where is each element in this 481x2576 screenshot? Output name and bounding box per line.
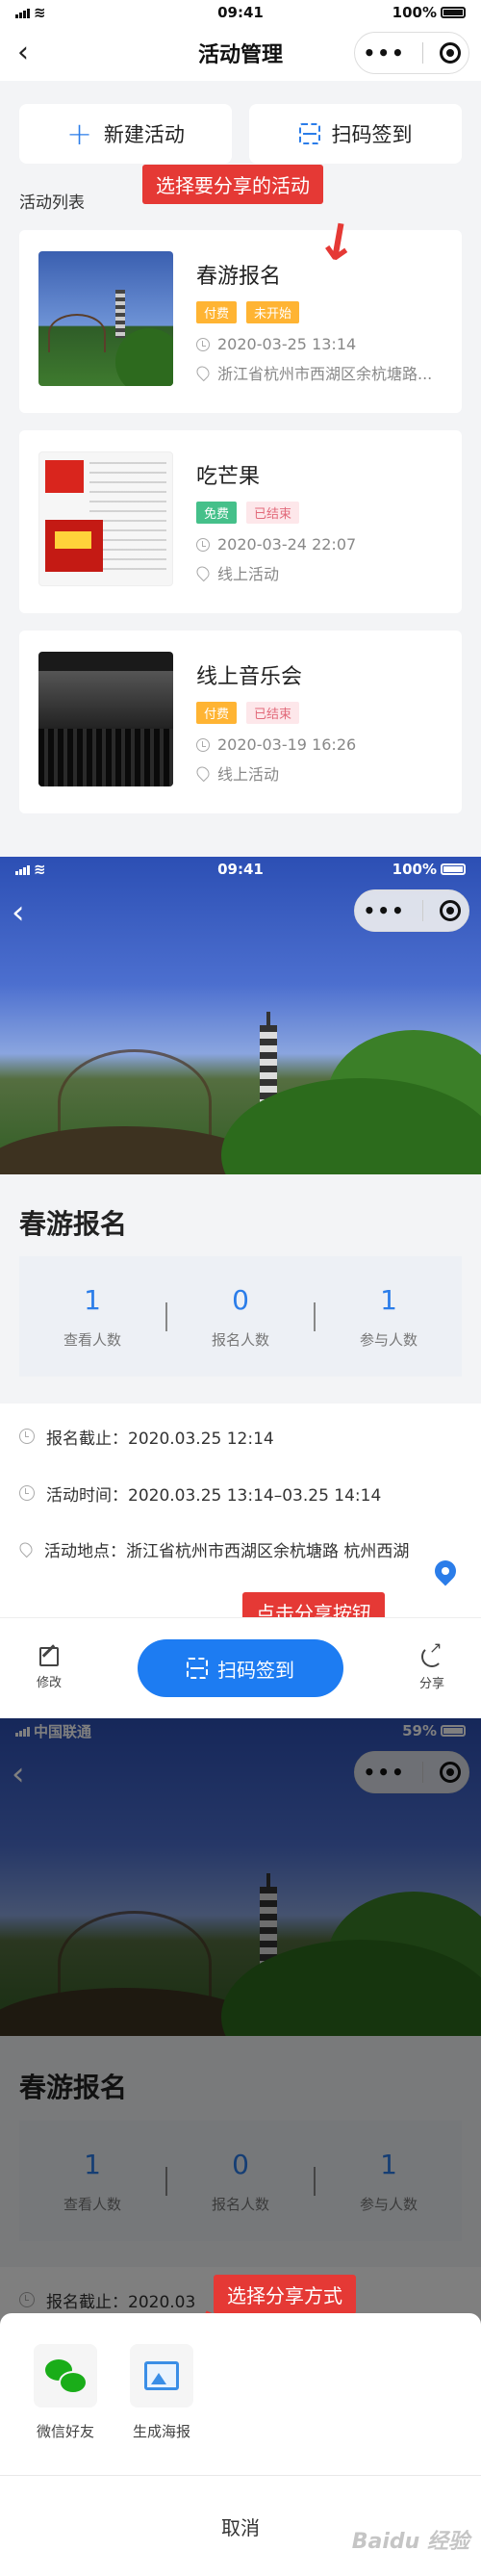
more-icon[interactable]: ••• [363,899,405,922]
instruction-callout: 选择分享方式 [214,2275,356,2314]
price-tag: 免费 [196,502,238,524]
registration-deadline: 报名截止：2020.03.25 12:14 [46,1430,274,1449]
location-pin-icon [16,1539,36,1558]
price-tag: 付费 [196,301,238,323]
location-pin-icon [196,563,213,582]
location-pin-icon [196,763,213,783]
scan-checkin-button[interactable]: 扫码签到 [138,1639,343,1697]
miniprogram-capsule: ••• [354,32,469,74]
edit-icon [39,1646,59,1666]
instruction-callout: 选择要分享的活动 [142,165,323,204]
image-icon [144,2361,179,2390]
miniprogram-capsule: ••• [354,889,469,932]
bottom-action-bar: 修改 扫码签到 分享 [0,1617,481,1718]
wifi-icon: ≋ [34,4,46,21]
battery-icon [441,863,466,875]
clock-icon [196,337,210,351]
status-badge: 未开始 [246,301,300,323]
activity-time: 2020-03-19 16:26 [217,735,357,754]
share-icon [421,1638,443,1667]
share-action-sheet: 微信好友 生成海报 取消 Baidu 经验 [0,2313,481,2576]
wechat-icon [45,2359,88,2394]
activity-card[interactable]: 吃芒果 免费 已结束 2020-03-24 22:07 线上活动 [19,430,462,613]
baidu-watermark: Baidu 经验 [351,2530,469,2554]
activity-title: 吃芒果 [196,465,261,489]
wifi-icon: ≋ [34,861,46,878]
new-activity-button[interactable]: + 新建活动 [19,104,232,164]
activity-thumbnail [38,251,173,386]
clock-icon [196,737,210,752]
plus-icon: + [66,116,92,152]
scan-checkin-label: 扫码签到 [331,123,413,146]
clock-icon [196,537,210,552]
generate-poster[interactable]: 生成海报 [125,2344,198,2475]
close-miniprogram-icon[interactable] [439,42,461,64]
close-miniprogram-icon[interactable] [439,900,461,921]
activity-location: 活动地点：浙江省杭州市西湖区余杭塘路 杭州西湖 [44,1542,410,1561]
status-badge: 已结束 [246,502,300,524]
status-battery-text: 100% [392,4,437,21]
activity-location: 浙江省杭州市西湖区余杭塘路... [217,365,433,383]
activity-thumbnail [38,652,173,786]
back-icon[interactable]: ‹ [12,893,25,932]
activity-time: 2020-03-25 13:14 [217,335,357,353]
status-bar: ≋ 09:41 100% [0,0,481,25]
activity-title: 春游报名 [19,1208,128,1240]
activity-info: 报名截止：2020.03.25 12:14 活动时间：2020.03.25 13… [0,1404,481,1617]
nav-bar: ‹ 活动管理 ••• [0,25,481,81]
clock-icon [19,1485,35,1501]
status-bar: ≋ 09:41 100% [0,857,481,882]
scan-checkin-button[interactable]: 扫码签到 [249,104,462,164]
stat-participants: 1 参与人数 [359,1283,418,1349]
status-badge: 已结束 [246,702,300,724]
page-title: 活动管理 [197,43,283,67]
activity-card[interactable]: 春游报名 付费 未开始 2020-03-25 13:14 浙江省杭州市西湖区余杭… [19,230,462,413]
activity-management-screen: ≋ 09:41 100% ‹ 活动管理 ••• + 新建活动 扫码签到 活动列表… [0,0,481,857]
location-pin-icon [196,363,213,382]
signal-icon [15,8,30,18]
more-icon[interactable]: ••• [363,41,405,64]
activity-location: 线上活动 [217,565,280,583]
activity-time: 2020-03-24 22:07 [217,535,357,554]
generate-poster-label: 生成海报 [132,2423,190,2440]
status-battery-text: 100% [392,861,437,878]
back-icon[interactable]: ‹ [17,39,29,67]
activity-title: 线上音乐会 [196,665,303,689]
new-activity-label: 新建活动 [103,123,185,146]
scan-checkin-label: 扫码签到 [217,1658,294,1682]
edit-label: 修改 [36,1675,62,1690]
stat-registrations: 0 报名人数 [211,1283,269,1349]
share-wechat-label: 微信好友 [36,2423,94,2440]
activity-location: 线上活动 [217,765,280,784]
share-wechat-friend[interactable]: 微信好友 [29,2344,102,2475]
activity-detail-screen: ≋ 09:41 100% ‹ ••• 春游报名 1 查看人数 0 报名人数 1 … [0,857,481,1718]
activity-card[interactable]: 线上音乐会 付费 已结束 2020-03-19 16:26 线上活动 [19,631,462,813]
share-label: 分享 [418,1676,444,1691]
battery-icon [441,7,466,18]
price-tag: 付费 [196,702,238,724]
stat-views: 1 查看人数 [63,1283,121,1349]
activity-title: 春游报名 [196,265,282,289]
signal-icon [15,864,30,875]
activity-time: 活动时间：2020.03.25 13:14–03.25 14:14 [46,1486,382,1506]
stats-panel: 1 查看人数 0 报名人数 1 参与人数 [19,1256,462,1377]
clock-icon [19,1429,35,1444]
share-sheet-screen: 中国联通 59% ‹ ••• 春游报名 1 查看人数 0 报名人数 1 参与人数 [0,1718,481,2576]
activity-thumbnail [38,451,173,586]
scan-icon [187,1658,208,1679]
share-button[interactable]: 分享 [408,1638,456,1691]
scan-icon [298,123,320,144]
action-row: + 新建活动 扫码签到 [0,81,481,164]
activity-cover-image: ≋ 09:41 100% ‹ ••• [0,857,481,1174]
edit-button[interactable]: 修改 [25,1646,73,1690]
